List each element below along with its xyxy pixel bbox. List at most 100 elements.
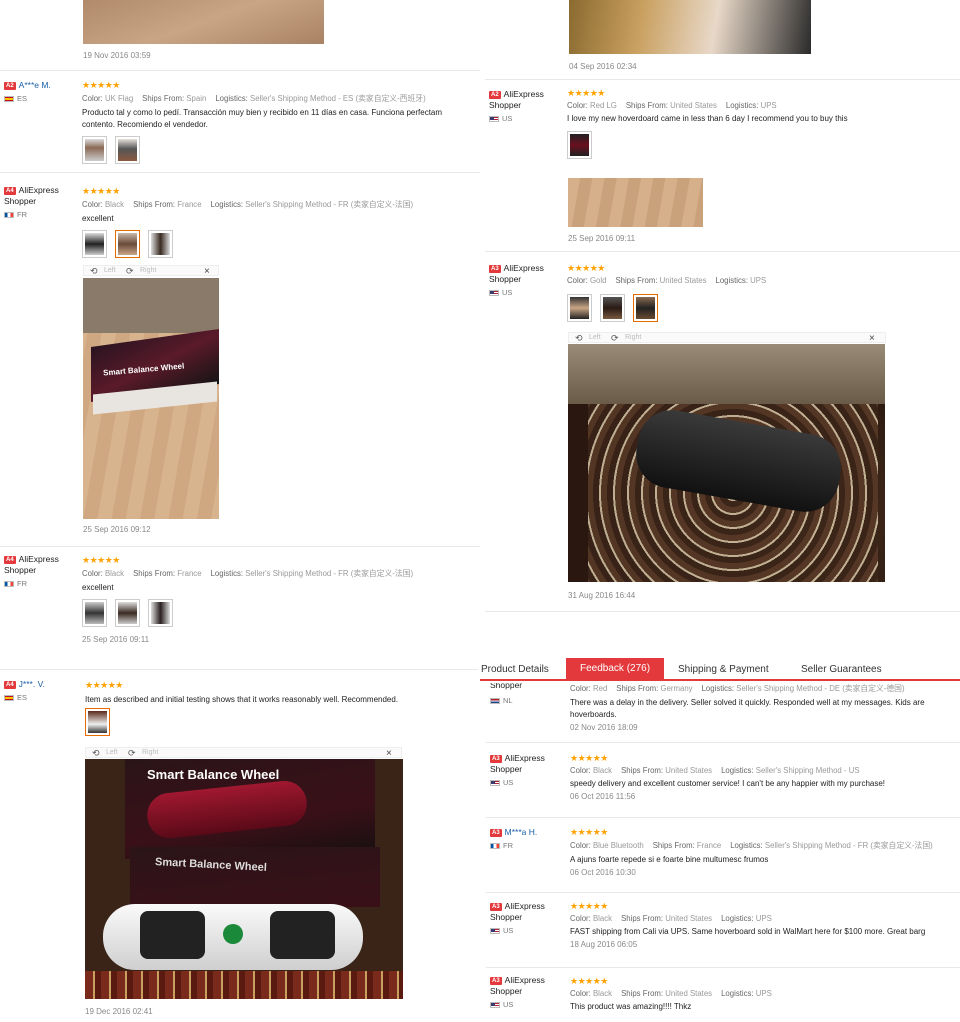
review-body: ★★★★★ Item as described and initial test… [85, 680, 478, 736]
review-thumbnail[interactable] [148, 230, 173, 258]
spain-flag-icon [4, 694, 14, 701]
reviewer-name: AliExpress [18, 554, 59, 564]
review-body: ★★★★★ Color: UK Flag Ships From: Spain Log… [82, 80, 480, 164]
tab-seller-guarantees[interactable]: Seller Guarantees [801, 660, 882, 679]
review-body: ★★★★★ Color: Gold Ships From: United Stat… [567, 263, 960, 322]
review-thumbnails [82, 230, 480, 258]
review-thumbnail-selected[interactable] [85, 708, 110, 736]
level-badge: A3 [489, 265, 501, 273]
review-text: excellent [82, 583, 114, 592]
review-thumbnail[interactable] [115, 136, 140, 164]
reviewer-country: ES [17, 94, 28, 103]
close-icon[interactable]: × [869, 333, 875, 344]
review-thumbnails [82, 136, 480, 164]
review-thumbnails [567, 131, 960, 159]
reviewer-name: AliExpress [504, 901, 545, 911]
france-flag-icon [4, 580, 14, 587]
rating-stars: ★★★★★ [82, 186, 120, 196]
level-badge: A2 [489, 91, 501, 99]
review-date: 02 Nov 2016 18:09 [570, 723, 638, 732]
rating-stars: ★★★★★ [82, 555, 120, 565]
tab-shipping-payment[interactable]: Shipping & Payment [678, 660, 769, 679]
image-viewer-toolbar: ⟲ Left ⟳ Right [85, 747, 402, 758]
netherlands-flag-icon [490, 697, 500, 704]
usa-flag-icon [490, 927, 500, 934]
review-text: excellent [82, 214, 114, 223]
review-date: 19 Nov 2016 03:59 [83, 51, 151, 60]
review-photo-floor[interactable] [83, 0, 324, 44]
reviewer-name: AliExpress [503, 263, 544, 273]
level-badge: A4 [4, 681, 16, 689]
reviewer-name: AliExpress [504, 975, 545, 985]
reviewer-info: A2 A***e M. ES [4, 80, 78, 104]
reviewer-name[interactable]: M***a H. [505, 827, 538, 837]
reviewer-info: A2 AliExpress Shopper US [489, 89, 544, 123]
tab-product-details[interactable]: Product Details [481, 660, 549, 679]
review-photo-floor[interactable] [568, 178, 703, 227]
level-badge: A3 [490, 977, 502, 985]
review-text: FAST shipping from Cali via UPS. Same ho… [570, 927, 926, 936]
rotate-right-icon[interactable]: ⟳ [128, 748, 136, 758]
tab-feedback[interactable]: Feedback (276) [566, 658, 665, 679]
review-date: 25 Sep 2016 09:12 [83, 525, 151, 534]
reviewer-info: A3 AliExpress Shopper US [490, 975, 545, 1009]
review-thumbnail[interactable] [600, 294, 625, 322]
france-flag-icon [4, 211, 14, 218]
review-thumbnail[interactable] [82, 599, 107, 627]
review-thumbnail[interactable] [115, 599, 140, 627]
rotate-right-icon[interactable]: ⟳ [126, 266, 134, 276]
rating-stars: ★★★★★ [570, 901, 608, 911]
order-info: Color: UK Flag Ships From: Spain Logistics… [82, 94, 426, 103]
review-thumbnail-selected[interactable] [633, 294, 658, 322]
france-flag-icon [490, 842, 500, 849]
usa-flag-icon [490, 779, 500, 786]
review-thumbnails [85, 708, 478, 736]
review-thumbnail[interactable] [82, 136, 107, 164]
review-thumbnail[interactable] [567, 131, 592, 159]
reviewer-name[interactable]: J***. V. [19, 679, 45, 689]
review-thumbnail-selected[interactable] [115, 230, 140, 258]
order-info: Color: Black Ships From: France Logistics:… [82, 569, 414, 578]
reviewer-info: A4 J***. V. ES [4, 679, 45, 702]
review-photo-person[interactable] [569, 0, 811, 54]
rotate-right-icon[interactable]: ⟳ [611, 333, 619, 343]
review-body: ★★★★★ Color: Black Ships From: United Sta… [570, 901, 960, 949]
reviewer-name[interactable]: A***e M. [19, 80, 51, 90]
rating-stars: ★★★★★ [82, 80, 120, 90]
rotate-left-icon[interactable]: ⟲ [92, 748, 100, 758]
rotate-left-icon[interactable]: ⟲ [90, 266, 98, 276]
rating-stars: ★★★★★ [567, 263, 605, 273]
reviewer-info: A4 AliExpress Shopper FR [4, 185, 59, 219]
review-date: 25 Sep 2016 09:11 [82, 635, 150, 644]
rating-stars: ★★★★★ [570, 753, 608, 763]
review-text: There was a delay in the delivery. Selle… [570, 698, 925, 719]
order-info: Color: Black Ships From: United States Log… [570, 914, 772, 923]
rotate-left-icon[interactable]: ⟲ [575, 333, 583, 343]
reviewer-name: AliExpress [503, 89, 544, 99]
review-photo-hoverboard-rug [568, 344, 885, 582]
rating-stars: ★★★★★ [570, 976, 608, 986]
review-thumbnail[interactable] [82, 230, 107, 258]
review-body: ★★★★★ Color: Black Ships From: France Logi… [82, 555, 480, 644]
review-date: 06 Oct 2016 10:30 [570, 868, 636, 877]
review-date: 06 Oct 2016 11:56 [570, 792, 636, 801]
usa-flag-icon [489, 289, 499, 296]
review-thumbnail[interactable] [567, 294, 592, 322]
review-panel-bottom-right: Shopper NL Color: Red Ships From: Germany… [486, 683, 960, 1022]
reviewer-info: Shopper NL [490, 683, 523, 705]
rating-stars: ★★★★★ [570, 827, 608, 837]
level-badge: A3 [490, 903, 502, 911]
close-icon[interactable]: × [386, 748, 392, 759]
review-date: 31 Aug 2016 16:44 [568, 591, 636, 600]
review-panel-top-left: 19 Nov 2016 03:59 A2 A***e M. ES ★★★★★ Co… [0, 0, 480, 660]
review-thumbnail[interactable] [148, 599, 173, 627]
review-date: 18 Aug 2016 06:05 [570, 940, 638, 949]
order-info: Color: Red LG Ships From: United States Lo… [567, 101, 777, 110]
reviewer-info: A3 AliExpress Shopper US [490, 901, 545, 935]
reviewer-info: A3 AliExpress Shopper US [490, 753, 545, 787]
review-panel-bottom-left: A4 J***. V. ES ★★★★★ Item as described an… [0, 660, 478, 1022]
review-body: ★★★★★ Color: Black Ships From: United Sta… [570, 976, 960, 1013]
review-text: I love my new hoverdoard came in less th… [567, 114, 848, 123]
rating-stars: ★★★★★ [85, 680, 123, 690]
close-icon[interactable]: × [204, 266, 210, 277]
